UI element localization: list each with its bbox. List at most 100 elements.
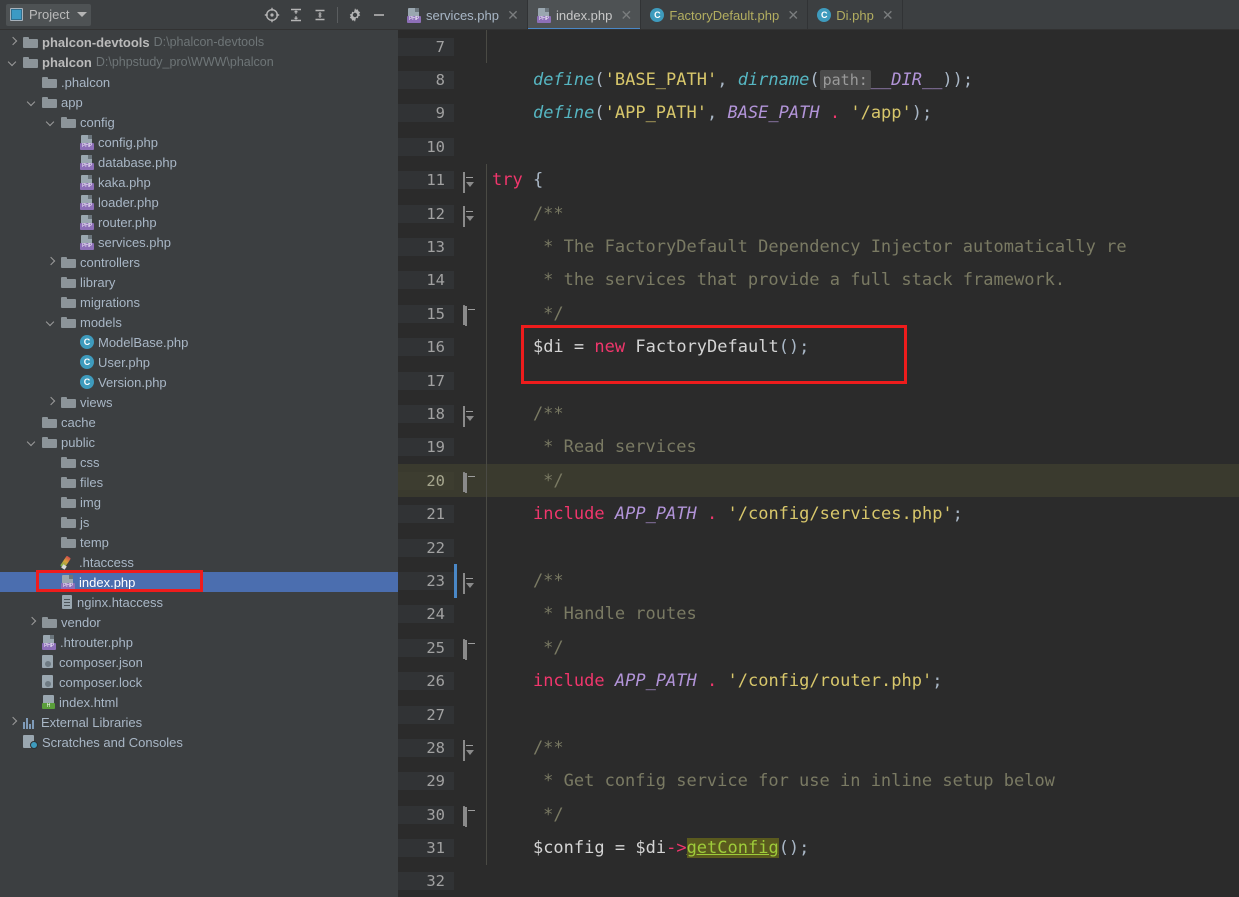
tree-item-app[interactable]: app [0,92,398,112]
tree-item-config[interactable]: config [0,112,398,132]
tree-item-img[interactable]: img [0,492,398,512]
minimize-icon[interactable] [368,4,390,26]
tree-item-kaka-php[interactable]: PHP kaka.php [0,172,398,192]
tree-item-public[interactable]: public [0,432,398,452]
tree-item-external-libraries[interactable]: External Libraries [0,712,398,732]
chevron-down-icon[interactable] [8,57,19,68]
code-line[interactable]: 29 * Get config service for use in inlin… [398,765,1239,798]
fold-gutter[interactable] [454,865,486,897]
tree-item-files[interactable]: files [0,472,398,492]
editor-tab-services-php[interactable]: PHP services.php ✕ [398,0,528,29]
tree-item-phalcon[interactable]: phalcon D:\phpstudy_pro\WWW\phalcon [0,52,398,72]
tree-item--htrouter-php[interactable]: PHP .htrouter.php [0,632,398,652]
code-line[interactable]: 27 [398,698,1239,731]
tree-item-controllers[interactable]: controllers [0,252,398,272]
fold-gutter[interactable] [454,297,486,330]
code-line[interactable]: 9 define('APP_PATH', BASE_PATH . '/app')… [398,97,1239,130]
tree-item--htaccess[interactable]: .htaccess [0,552,398,572]
tree-item-user-php[interactable]: C User.php [0,352,398,372]
tree-item-migrations[interactable]: migrations [0,292,398,312]
chevron-right-icon[interactable] [27,617,38,628]
fold-gutter[interactable] [454,765,486,798]
chevron-down-icon[interactable] [77,12,88,17]
code-line[interactable]: 13 * The FactoryDefault Dependency Injec… [398,230,1239,263]
tree-item-phalcon-devtools[interactable]: phalcon-devtools D:\phalcon-devtools [0,32,398,52]
code-line[interactable]: 28 /** [398,731,1239,764]
editor-tab-factorydefault-php[interactable]: C FactoryDefault.php ✕ [641,0,809,29]
tree-item-index-html[interactable]: Hindex.html [0,692,398,712]
fold-gutter[interactable] [454,531,486,564]
code-line[interactable]: 7 [398,30,1239,63]
tree-item-composer-json[interactable]: composer.json [0,652,398,672]
chevron-right-icon[interactable] [8,37,19,48]
code-line[interactable]: 31 $config = $di->getConfig(); [398,831,1239,864]
collapse-all-icon[interactable] [309,4,331,26]
code-line[interactable]: 12 /** [398,197,1239,230]
fold-gutter[interactable] [454,731,486,764]
tree-item-cache[interactable]: cache [0,412,398,432]
editor-tab-index-php[interactable]: PHP index.php ✕ [527,0,642,29]
project-tree-panel[interactable]: phalcon-devtools D:\phalcon-devtools phalc… [0,30,398,897]
tree-item-library[interactable]: library [0,272,398,292]
fold-gutter[interactable] [454,264,486,297]
locate-icon[interactable] [261,4,283,26]
tree-item--phalcon[interactable]: .phalcon [0,72,398,92]
tree-item-vendor[interactable]: vendor [0,612,398,632]
code-line[interactable]: 14 * the services that provide a full st… [398,264,1239,297]
fold-gutter[interactable] [454,63,486,96]
code-line[interactable]: 16 $di = new FactoryDefault(); [398,331,1239,364]
tree-item-scratches-and-consoles[interactable]: Scratches and Consoles [0,732,398,752]
tree-item-services-php[interactable]: PHP services.php [0,232,398,252]
tree-item-config-php[interactable]: PHP config.php [0,132,398,152]
tree-item-views[interactable]: views [0,392,398,412]
fold-gutter[interactable] [454,564,486,598]
code-editor[interactable]: 78 define('BASE_PATH', dirname(path: __DI… [398,30,1239,897]
code-line[interactable]: 17 [398,364,1239,397]
fold-gutter[interactable] [454,497,486,530]
fold-gutter[interactable] [454,664,486,697]
code-line[interactable]: 11 try { [398,164,1239,197]
fold-end-icon[interactable] [463,304,467,326]
expand-all-icon[interactable] [285,4,307,26]
fold-gutter[interactable] [454,831,486,864]
code-line[interactable]: 24 * Handle routes [398,598,1239,631]
chevron-right-icon[interactable] [46,397,57,408]
code-line[interactable]: 18 /** [398,397,1239,430]
code-line[interactable]: 21 include APP_PATH . '/config/services.… [398,497,1239,530]
fold-end-icon[interactable] [463,638,467,660]
fold-gutter[interactable] [454,397,486,430]
fold-gutter[interactable] [454,331,486,364]
fold-end-icon[interactable] [463,805,467,827]
fold-collapse-icon[interactable] [463,205,474,227]
fold-gutter[interactable] [454,364,486,397]
close-icon[interactable]: ✕ [882,8,894,22]
fold-collapse-icon[interactable] [463,405,474,427]
tree-item-router-php[interactable]: PHP router.php [0,212,398,232]
close-icon[interactable]: ✕ [620,8,633,22]
tree-item-js[interactable]: js [0,512,398,532]
fold-collapse-icon[interactable] [463,572,474,594]
fold-gutter[interactable] [454,30,486,63]
code-line[interactable]: 26 include APP_PATH . '/config/router.ph… [398,664,1239,697]
code-line[interactable]: 30 */ [398,798,1239,831]
fold-gutter[interactable] [454,130,486,163]
fold-gutter[interactable] [454,230,486,263]
fold-gutter[interactable] [454,698,486,731]
tree-item-temp[interactable]: temp [0,532,398,552]
code-line[interactable]: 32 [398,865,1239,897]
code-line[interactable]: 25 */ [398,631,1239,664]
chevron-right-icon[interactable] [46,257,57,268]
close-icon[interactable]: ✕ [507,8,519,22]
editor-tab-di-php[interactable]: C Di.php ✕ [808,0,903,29]
project-view-selector[interactable]: Project [6,3,92,26]
fold-gutter[interactable] [454,164,486,197]
chevron-down-icon[interactable] [46,317,57,328]
fold-gutter[interactable] [454,598,486,631]
code-line[interactable]: 15 */ [398,297,1239,330]
code-line[interactable]: 10 [398,130,1239,163]
tree-item-nginx-htaccess[interactable]: nginx.htaccess [0,592,398,612]
fold-collapse-icon[interactable] [463,172,474,194]
fold-gutter[interactable] [454,431,486,464]
tree-item-index-php[interactable]: PHP index.php [0,572,398,592]
fold-gutter[interactable] [454,464,486,497]
